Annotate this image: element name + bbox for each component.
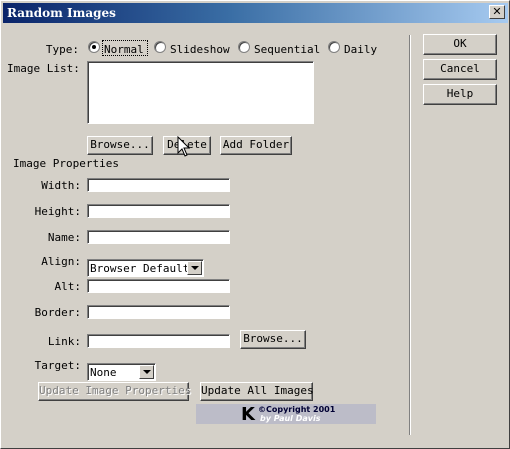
vertical-separator — [409, 35, 411, 435]
target-label: Target: — [34, 359, 81, 372]
border-field[interactable] — [87, 305, 230, 319]
image-list-box[interactable] — [87, 61, 314, 124]
align-select[interactable]: Browser Default — [87, 259, 204, 277]
radio-normal[interactable] — [88, 41, 100, 53]
target-value: None — [90, 366, 117, 379]
link-field[interactable] — [87, 334, 230, 348]
random-images-dialog: Random Images ✕ Type: Normal Slideshow S… — [0, 0, 510, 449]
add-folder-button[interactable]: Add Folder — [220, 136, 292, 155]
type-label: Type: — [45, 43, 79, 56]
radio-sequential[interactable] — [238, 41, 250, 53]
close-icon: ✕ — [492, 5, 502, 18]
height-label: Height: — [34, 205, 81, 218]
window-title: Random Images — [7, 6, 116, 20]
title-bar: Random Images ✕ — [3, 3, 508, 23]
height-field[interactable] — [87, 204, 230, 218]
width-label: Width: — [41, 179, 81, 192]
mouse-pointer-icon — [177, 136, 191, 157]
alt-field[interactable] — [87, 279, 230, 293]
radio-daily-label[interactable]: Daily — [344, 43, 377, 56]
radio-slideshow[interactable] — [154, 41, 166, 53]
browse-button[interactable]: Browse... — [87, 136, 153, 155]
target-select[interactable]: None — [87, 363, 156, 381]
align-value: Browser Default — [90, 262, 190, 275]
radio-daily[interactable] — [328, 41, 340, 53]
image-properties-heading: Image Properties — [13, 157, 119, 170]
alt-label: Alt: — [54, 280, 82, 293]
logo-author: by Paul Davis — [260, 414, 321, 423]
close-button[interactable]: ✕ — [489, 5, 505, 19]
radio-slideshow-label[interactable]: Slideshow — [170, 43, 230, 56]
cancel-button[interactable]: Cancel — [423, 59, 497, 80]
update-all-images-button[interactable]: Update All Images — [200, 382, 314, 401]
logo-letter: K — [241, 404, 255, 425]
border-label: Border: — [34, 306, 81, 319]
help-button[interactable]: Help — [423, 84, 497, 105]
link-browse-button[interactable]: Browse... — [240, 330, 306, 349]
ok-button[interactable]: OK — [423, 34, 497, 55]
chevron-down-icon[interactable] — [139, 365, 154, 379]
name-field[interactable] — [87, 230, 230, 244]
copyright-logo: K ©Copyright 2001 by Paul Davis — [196, 404, 376, 425]
width-field[interactable] — [87, 178, 230, 192]
radio-normal-label[interactable]: Normal — [104, 43, 144, 56]
radio-sequential-label[interactable]: Sequential — [254, 43, 320, 56]
image-list-label: Image List: — [7, 62, 80, 75]
update-image-properties-button[interactable]: Update Image Properties — [38, 382, 191, 401]
link-label: Link: — [47, 335, 81, 348]
name-label: Name: — [47, 231, 81, 244]
chevron-down-icon[interactable] — [187, 261, 202, 275]
logo-copyright: ©Copyright 2001 — [258, 405, 336, 414]
align-label: Align: — [41, 255, 81, 268]
